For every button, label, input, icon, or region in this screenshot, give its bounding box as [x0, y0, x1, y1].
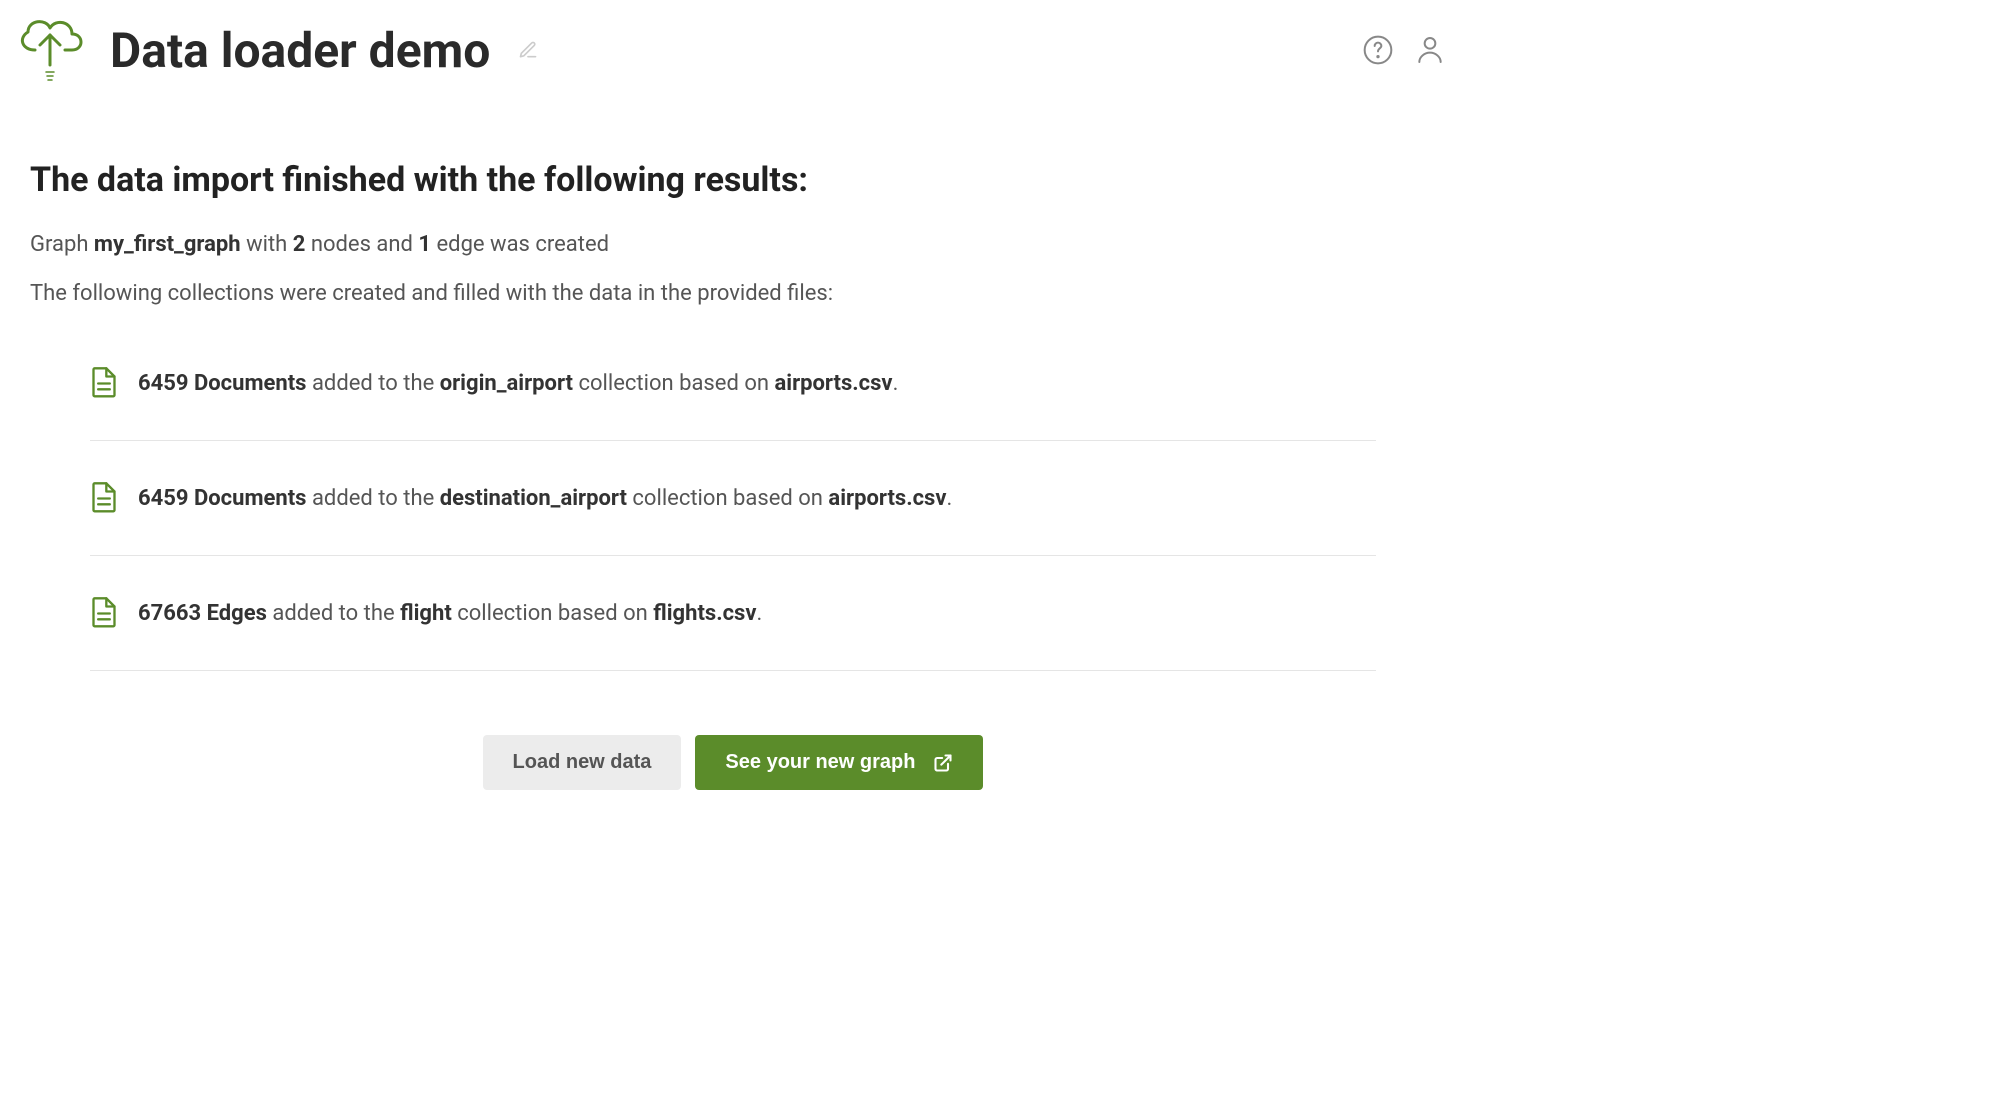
content: The data import finished with the follow… — [0, 100, 1466, 830]
result-text: 67663 Edges added to the flight collecti… — [138, 601, 762, 626]
edge-count: 1 — [418, 232, 431, 257]
count: 6459 — [138, 486, 189, 511]
header: Data loader demo — [0, 0, 1466, 100]
collection: flight — [400, 601, 452, 626]
user-icon[interactable] — [1414, 34, 1446, 66]
nodes-text: nodes and — [311, 232, 413, 257]
graph-name: my_first_graph — [94, 232, 241, 257]
collection: origin_airport — [440, 371, 573, 396]
graph-label: Graph — [30, 232, 88, 257]
file-icon — [90, 481, 118, 515]
edge-text: edge was created — [437, 232, 610, 257]
header-right — [1362, 34, 1446, 66]
see-graph-label: See your new graph — [725, 751, 915, 774]
type: Documents — [194, 486, 307, 511]
collection: destination_airport — [440, 486, 627, 511]
load-new-data-button[interactable]: Load new data — [483, 735, 682, 790]
header-left: Data loader demo — [10, 10, 538, 90]
result-row: 67663 Edges added to the flight collecti… — [90, 556, 1376, 671]
collections-intro: The following collections were created a… — [30, 281, 1436, 306]
results-list: 6459 Documents added to the origin_airpo… — [90, 346, 1376, 671]
suffix: collection based on — [457, 601, 648, 626]
end: . — [893, 371, 899, 396]
results-heading: The data import finished with the follow… — [30, 160, 1436, 200]
result-row: 6459 Documents added to the origin_airpo… — [90, 346, 1376, 441]
node-count: 2 — [293, 232, 306, 257]
file-icon — [90, 366, 118, 400]
button-row: Load new data See your new graph — [30, 735, 1436, 790]
suffix: collection based on — [578, 371, 769, 396]
result-row: 6459 Documents added to the destination_… — [90, 441, 1376, 556]
middle: added to the — [312, 486, 434, 511]
file: airports.csv — [774, 371, 892, 396]
count: 67663 — [138, 601, 201, 626]
page-title: Data loader demo — [110, 22, 490, 79]
middle: added to the — [272, 601, 394, 626]
count: 6459 — [138, 371, 189, 396]
graph-summary: Graph my_first_graph with 2 nodes and 1 … — [30, 232, 1436, 257]
suffix: collection based on — [632, 486, 823, 511]
see-graph-button[interactable]: See your new graph — [695, 735, 983, 790]
result-text: 6459 Documents added to the destination_… — [138, 486, 952, 511]
help-icon[interactable] — [1362, 34, 1394, 66]
external-link-icon — [933, 753, 953, 773]
edit-icon[interactable] — [518, 40, 538, 60]
type: Documents — [194, 371, 307, 396]
end: . — [947, 486, 953, 511]
middle: added to the — [312, 371, 434, 396]
file: airports.csv — [828, 486, 946, 511]
cloud-upload-logo — [10, 10, 90, 90]
file-icon — [90, 596, 118, 630]
type: Edges — [207, 601, 267, 626]
file: flights.csv — [653, 601, 756, 626]
result-text: 6459 Documents added to the origin_airpo… — [138, 371, 898, 396]
with-text: with — [246, 232, 287, 257]
end: . — [756, 601, 762, 626]
